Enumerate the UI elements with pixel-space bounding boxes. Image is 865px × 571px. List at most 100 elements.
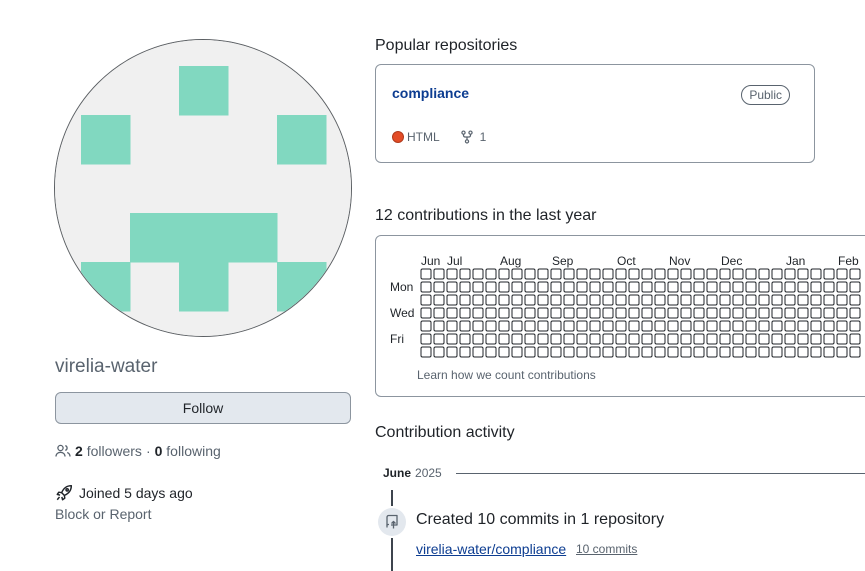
contribution-day[interactable] [654, 307, 666, 319]
contribution-day[interactable] [693, 307, 705, 319]
contribution-day[interactable] [589, 320, 601, 332]
contribution-day[interactable] [433, 320, 445, 332]
contribution-day[interactable] [758, 333, 770, 345]
contribution-day[interactable] [446, 268, 458, 280]
contribution-day[interactable] [420, 346, 432, 358]
contribution-day[interactable] [615, 268, 627, 280]
contribution-day[interactable] [667, 281, 679, 293]
activity-repo-link[interactable]: virelia-water/compliance [416, 541, 566, 557]
contribution-day[interactable] [602, 307, 614, 319]
contribution-day[interactable] [667, 346, 679, 358]
contribution-day[interactable] [784, 281, 796, 293]
contribution-day[interactable] [433, 346, 445, 358]
contribution-day[interactable] [498, 281, 510, 293]
contribution-day[interactable] [498, 268, 510, 280]
activity-commits-link[interactable]: 10 commits [576, 542, 637, 556]
contribution-day[interactable] [433, 294, 445, 306]
contribution-day[interactable] [836, 320, 848, 332]
contribution-day[interactable] [589, 294, 601, 306]
contribution-day[interactable] [849, 346, 861, 358]
contribution-day[interactable] [563, 307, 575, 319]
contribution-day[interactable] [589, 268, 601, 280]
contribution-day[interactable] [446, 346, 458, 358]
contribution-day[interactable] [459, 268, 471, 280]
contribution-day[interactable] [433, 333, 445, 345]
contribution-day[interactable] [797, 320, 809, 332]
contribution-day[interactable] [576, 281, 588, 293]
contribution-day[interactable] [602, 268, 614, 280]
contribution-day[interactable] [784, 346, 796, 358]
contribution-day[interactable] [420, 307, 432, 319]
contribution-day[interactable] [472, 320, 484, 332]
contribution-day[interactable] [615, 294, 627, 306]
contribution-day[interactable] [706, 320, 718, 332]
contribution-day[interactable] [745, 320, 757, 332]
contribution-day[interactable] [810, 333, 822, 345]
contribution-day[interactable] [524, 294, 536, 306]
contribution-day[interactable] [485, 281, 497, 293]
contribution-day[interactable] [693, 320, 705, 332]
contribution-day[interactable] [576, 268, 588, 280]
contribution-day[interactable] [823, 268, 835, 280]
contribution-day[interactable] [511, 333, 523, 345]
contribution-day[interactable] [823, 294, 835, 306]
contribution-day[interactable] [745, 307, 757, 319]
contribution-day[interactable] [745, 281, 757, 293]
contribution-day[interactable] [680, 333, 692, 345]
contribution-day[interactable] [745, 294, 757, 306]
contribution-day[interactable] [576, 307, 588, 319]
contribution-day[interactable] [641, 294, 653, 306]
contribution-day[interactable] [719, 268, 731, 280]
contribution-day[interactable] [563, 281, 575, 293]
contribution-day[interactable] [420, 294, 432, 306]
contribution-day[interactable] [771, 307, 783, 319]
contribution-day[interactable] [576, 294, 588, 306]
contribution-day[interactable] [693, 333, 705, 345]
contribution-day[interactable] [602, 346, 614, 358]
contribution-day[interactable] [498, 333, 510, 345]
contribution-day[interactable] [693, 294, 705, 306]
contribution-day[interactable] [446, 333, 458, 345]
contribution-day[interactable] [420, 281, 432, 293]
contribution-day[interactable] [641, 268, 653, 280]
contribution-day[interactable] [810, 307, 822, 319]
contribution-day[interactable] [537, 268, 549, 280]
contribution-day[interactable] [849, 268, 861, 280]
contribution-day[interactable] [784, 320, 796, 332]
contribution-day[interactable] [511, 281, 523, 293]
contribution-day[interactable] [693, 346, 705, 358]
block-report-link[interactable]: Block or Report [55, 506, 151, 522]
contribution-day[interactable] [524, 281, 536, 293]
contribution-day[interactable] [849, 320, 861, 332]
contribution-day[interactable] [797, 346, 809, 358]
contribution-day[interactable] [654, 268, 666, 280]
contribution-day[interactable] [537, 346, 549, 358]
contribution-day[interactable] [745, 333, 757, 345]
contribution-day[interactable] [719, 346, 731, 358]
contribution-day[interactable] [446, 320, 458, 332]
contribution-day[interactable] [849, 307, 861, 319]
contribution-day[interactable] [771, 346, 783, 358]
contribution-day[interactable] [667, 307, 679, 319]
contribution-day[interactable] [797, 333, 809, 345]
contribution-day[interactable] [472, 294, 484, 306]
contribution-day[interactable] [810, 268, 822, 280]
contribution-day[interactable] [771, 294, 783, 306]
contribution-day[interactable] [550, 281, 562, 293]
following-link[interactable]: 0 following [155, 443, 221, 459]
contribution-day[interactable] [446, 281, 458, 293]
follow-button[interactable]: Follow [55, 392, 351, 424]
contribution-day[interactable] [550, 333, 562, 345]
contribution-day[interactable] [628, 294, 640, 306]
contribution-day[interactable] [433, 307, 445, 319]
contribution-day[interactable] [485, 346, 497, 358]
contribution-day[interactable] [732, 320, 744, 332]
contribution-day[interactable] [550, 346, 562, 358]
contribution-day[interactable] [654, 281, 666, 293]
contribution-day[interactable] [485, 320, 497, 332]
contribution-day[interactable] [680, 346, 692, 358]
contribution-day[interactable] [849, 333, 861, 345]
contribution-day[interactable] [550, 307, 562, 319]
contribution-day[interactable] [537, 320, 549, 332]
contribution-day[interactable] [654, 346, 666, 358]
